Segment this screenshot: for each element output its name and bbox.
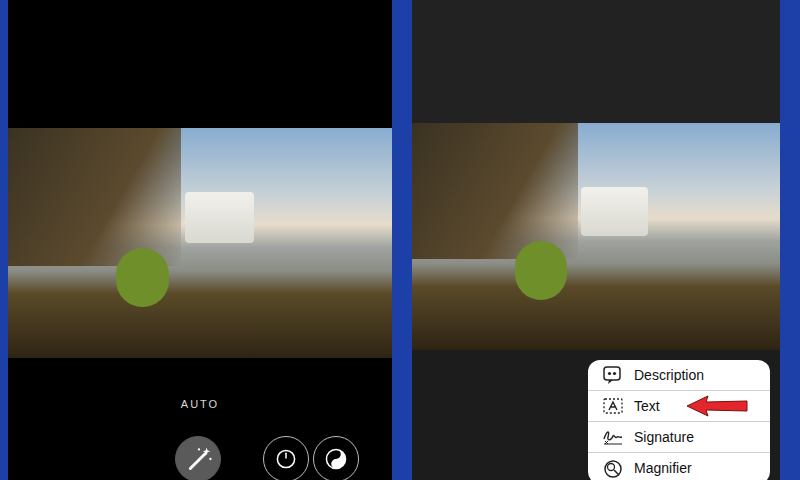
top-spacer <box>8 0 392 128</box>
quote-icon <box>602 365 624 385</box>
cliff <box>8 128 181 266</box>
wand-icon <box>176 436 220 480</box>
menu-item[interactable]: Text <box>588 391 770 422</box>
tool-strip <box>8 436 392 480</box>
cliff <box>412 123 578 259</box>
menu-item[interactable]: Magnifier <box>588 453 770 480</box>
tool-button[interactable] <box>263 436 309 480</box>
frame-border <box>0 0 8 480</box>
top-spacer <box>412 0 780 123</box>
waterfall-photo <box>8 128 392 358</box>
tool-button[interactable] <box>175 436 221 480</box>
waterfall <box>581 187 647 237</box>
contrast-icon <box>314 436 358 480</box>
waterfall-photo <box>412 123 780 350</box>
tool-button[interactable] <box>313 436 359 480</box>
text-icon <box>602 396 624 416</box>
plant <box>116 248 170 308</box>
dial-icon <box>264 436 308 480</box>
menu-item-label: Description <box>634 365 704 386</box>
plant <box>515 241 567 300</box>
markup-screen: Description Text Signature Magnifier <box>412 0 780 480</box>
menu-item-label: Text <box>634 396 660 417</box>
waterfall <box>185 192 254 243</box>
menu-item-label: Magnifier <box>634 458 692 479</box>
menu-item[interactable]: Signature <box>588 422 770 453</box>
frame-border <box>392 0 412 480</box>
menu-item[interactable]: Description <box>588 360 770 391</box>
markup-menu: Description Text Signature Magnifier <box>588 360 770 480</box>
menu-item-label: Signature <box>634 427 694 448</box>
signature-icon <box>602 427 624 447</box>
frame-border <box>780 0 800 480</box>
edit-screen: AUTO <box>8 0 392 480</box>
mode-label: AUTO <box>8 396 392 412</box>
red-arrow-icon <box>684 394 750 418</box>
magnifier-icon <box>602 458 624 478</box>
